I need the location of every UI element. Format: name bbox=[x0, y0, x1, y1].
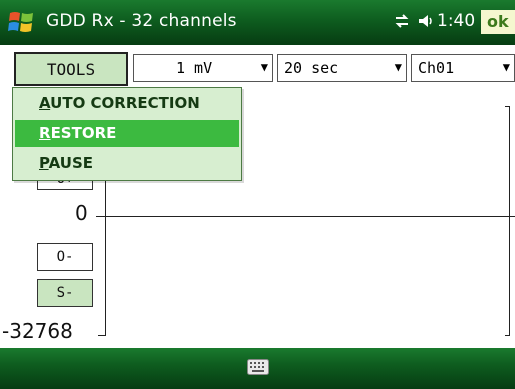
keyboard-icon[interactable] bbox=[247, 359, 269, 375]
gain-value: 1 mV bbox=[176, 59, 213, 77]
chevron-down-icon: ▼ bbox=[502, 60, 510, 74]
chevron-down-icon: ▼ bbox=[394, 60, 402, 74]
menu-item-pause[interactable]: PAUSE bbox=[15, 150, 239, 177]
menu-item-label: ESTORE bbox=[50, 124, 117, 142]
scale-minus-button[interactable]: S- bbox=[37, 279, 93, 307]
y-axis-tick-bottom bbox=[98, 335, 106, 336]
menu-item-mnemonic: R bbox=[39, 124, 51, 142]
gain-select[interactable]: 1 mV ▼ bbox=[133, 54, 273, 82]
zero-baseline bbox=[96, 216, 515, 217]
windows-start-icon[interactable] bbox=[8, 8, 36, 36]
menu-item-restore[interactable]: RESTORE bbox=[15, 120, 239, 147]
y-zero-label: 0 bbox=[75, 201, 88, 225]
menu-item-mnemonic: A bbox=[39, 94, 51, 112]
menu-item-label: UTO CORRECTION bbox=[50, 94, 200, 112]
menu-item-auto-correction[interactable]: AUTO CORRECTION bbox=[15, 90, 239, 117]
duration-value: 20 sec bbox=[284, 59, 339, 77]
menu-item-label: AUSE bbox=[48, 154, 94, 172]
duration-select[interactable]: 20 sec ▼ bbox=[277, 54, 407, 82]
channel-select[interactable]: Ch01 ▼ bbox=[411, 54, 515, 82]
title-bar: GDD Rx - 32 channels 1:40 ok bbox=[0, 0, 515, 45]
tools-dropdown-menu: AUTO CORRECTION RESTORE PAUSE bbox=[12, 87, 242, 181]
menu-item-mnemonic: P bbox=[39, 154, 49, 172]
offset-minus-button[interactable]: O- bbox=[37, 243, 93, 271]
connectivity-icon[interactable] bbox=[393, 12, 411, 30]
clock[interactable]: 1:40 bbox=[437, 11, 475, 31]
speaker-icon[interactable] bbox=[417, 12, 435, 30]
right-axis-tick-bottom bbox=[505, 335, 510, 336]
window-title: GDD Rx - 32 channels bbox=[46, 11, 237, 31]
chevron-down-icon: ▼ bbox=[260, 60, 268, 74]
ok-button[interactable]: ok bbox=[481, 10, 515, 34]
right-axis-line bbox=[509, 106, 510, 336]
right-axis-tick-top bbox=[505, 106, 510, 107]
channel-value: Ch01 bbox=[418, 59, 455, 77]
y-min-label: -32768 bbox=[2, 319, 73, 343]
status-icons bbox=[393, 12, 435, 30]
toolbar: TOOLS 1 mV ▼ 20 sec ▼ Ch01 ▼ bbox=[0, 45, 515, 91]
tools-menu-button[interactable]: TOOLS bbox=[14, 52, 128, 86]
bottom-bar bbox=[0, 348, 515, 389]
